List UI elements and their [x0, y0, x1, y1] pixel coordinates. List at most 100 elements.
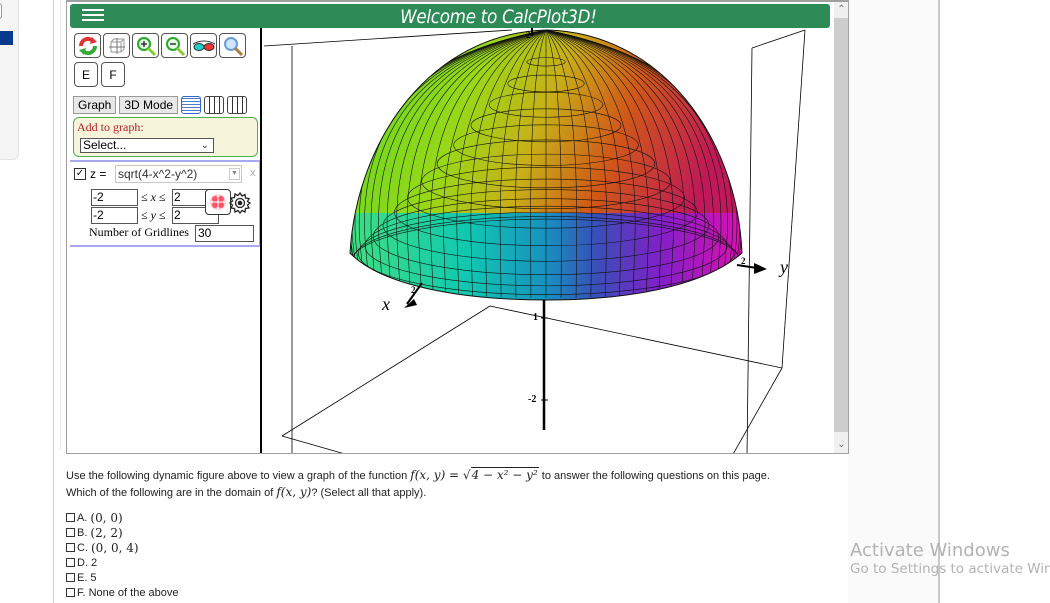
calcplot3d-app: Welcome to CalcPlot3D! E F Graph 3D Mode…: [66, 0, 849, 454]
function-lhs: f(x, y) = √: [410, 468, 471, 482]
trace-crosshair-icon[interactable]: [205, 189, 231, 215]
y-axis-label: y: [778, 257, 788, 277]
function-expression-input[interactable]: sqrt(4-x^2-y^2) ▼: [115, 165, 242, 183]
x-tick-label: 2: [411, 285, 416, 295]
y-range-label: ≤ y ≤: [141, 208, 166, 222]
question-prefix: Use the following dynamic figure above t…: [66, 470, 411, 482]
option-letter: F.: [77, 586, 86, 599]
magnifier-icon[interactable]: [219, 33, 246, 58]
function-name: f(x, y): [276, 485, 312, 499]
option-checkbox[interactable]: [66, 588, 75, 597]
scrollbar-thumb[interactable]: [834, 18, 848, 432]
3d-plot-canvas[interactable]: x y 2 2 2 1 -2: [262, 28, 834, 454]
plot-scrollbar[interactable]: ⌃ ⌄: [834, 2, 848, 453]
answer-option[interactable]: D. 2: [66, 555, 178, 570]
add-to-graph-label: Add to graph:: [77, 120, 144, 134]
option-letter: C.: [77, 541, 88, 554]
3d-mode-tab[interactable]: 3D Mode: [119, 96, 179, 114]
y-tick-label: 2: [741, 256, 746, 266]
function-expression: sqrt(4-x^2-y^2): [118, 167, 198, 181]
answer-option[interactable]: E. 5: [66, 570, 178, 585]
graph-tab[interactable]: Graph: [73, 96, 117, 114]
expression-dropdown-icon[interactable]: ▼: [229, 168, 240, 180]
calendar-grid-icon[interactable]: [181, 96, 202, 114]
option-letter: E.: [77, 571, 88, 584]
zoom-in-icon[interactable]: [132, 33, 159, 58]
option-letter: A.: [77, 511, 88, 524]
ef-buttons: E F: [74, 62, 125, 87]
3d-glasses-icon[interactable]: [190, 33, 217, 58]
function-panel: ✓ z = sqrt(4-x^2-y^2) ▼ x -2 ≤ x ≤ 2 -2 …: [70, 160, 261, 247]
select-value: Select...: [83, 138, 127, 152]
x-axis-label: x: [381, 294, 390, 314]
y-axis-arrow: [754, 263, 767, 274]
option-checkbox[interactable]: [66, 513, 75, 522]
plot-svg[interactable]: x y 2 2 2 1 -2: [262, 28, 834, 454]
x-min-input[interactable]: -2: [91, 189, 138, 206]
mode-row: Graph 3D Mode: [73, 96, 248, 114]
reset-view-icon[interactable]: [74, 33, 101, 58]
option-value: 5: [90, 571, 97, 584]
option-value: 2: [91, 556, 98, 569]
option-value: (0, 0, 4): [91, 540, 139, 555]
chevron-down-icon: ⌄: [200, 140, 209, 151]
z-tick-label-1: 1: [533, 312, 538, 323]
question-line-2: Which of the following are in the domain…: [66, 484, 770, 501]
grid-axes-icon[interactable]: [227, 96, 248, 114]
x-range-label: ≤ x ≤: [141, 190, 166, 204]
option-value: (2, 2): [90, 525, 123, 540]
z-tick-label-top: 2: [526, 30, 531, 40]
question-suffix-2: ? (Select all that apply).: [311, 487, 427, 499]
option-checkbox[interactable]: [66, 573, 75, 582]
gear-icon[interactable]: [228, 191, 252, 215]
app-title: Welcome to CalcPlot3D!: [400, 6, 597, 28]
box-edge: [746, 47, 753, 453]
option-value: None of the above: [88, 586, 179, 599]
scroll-up-icon[interactable]: ⌃: [834, 3, 848, 17]
option-letter: D.: [77, 556, 88, 569]
remove-function-button[interactable]: x: [250, 167, 256, 179]
function-visible-checkbox[interactable]: ✓: [74, 168, 86, 180]
right-gutter: [848, 0, 938, 603]
e-button[interactable]: E: [74, 62, 98, 87]
z-tick-label-2: -2: [528, 394, 536, 405]
box-edge: [281, 305, 491, 437]
toolbar: [74, 33, 246, 58]
hemisphere-surface: [350, 30, 742, 300]
scroll-down-icon[interactable]: ⌄: [834, 438, 848, 452]
add-to-graph-panel: Add to graph: Select... ⌄: [73, 117, 258, 157]
option-checkbox[interactable]: [66, 558, 75, 567]
answer-option[interactable]: F. None of the above: [66, 585, 178, 600]
y-min-input[interactable]: -2: [91, 207, 138, 224]
question-prefix-2: Which of the following are in the domain…: [66, 487, 277, 499]
question-suffix: to answer the following questions on thi…: [538, 470, 770, 482]
box-toggle-icon[interactable]: [103, 33, 130, 58]
question-text: Use the following dynamic figure above t…: [66, 467, 770, 501]
activate-windows-watermark: Activate Windows Go to Settings to activ…: [850, 540, 1050, 577]
answer-option[interactable]: B. (2, 2): [66, 525, 178, 540]
page-border: [60, 0, 61, 450]
function-radicand: 4 − x² − y²: [470, 467, 539, 482]
gridlines-label: Number of Gridlines: [89, 225, 189, 239]
answer-option[interactable]: A. (0, 0): [66, 510, 178, 525]
page-border: [53, 0, 54, 603]
box-edge: [281, 435, 343, 453]
f-button[interactable]: F: [101, 62, 125, 87]
gridlines-input[interactable]: 30: [195, 225, 254, 242]
zoom-out-icon[interactable]: [161, 33, 188, 58]
watermark-subtitle: Go to Settings to activate Windows.: [850, 561, 1050, 577]
answer-option[interactable]: C. (0, 0, 4): [66, 540, 178, 555]
title-bar: Welcome to CalcPlot3D!: [70, 4, 830, 28]
side-control[interactable]: [0, 3, 2, 19]
side-tab[interactable]: [0, 31, 13, 45]
question-line-1: Use the following dynamic figure above t…: [66, 467, 770, 484]
z-equals-label: z =: [90, 167, 107, 181]
box-edge: [263, 29, 513, 47]
option-checkbox[interactable]: [66, 543, 75, 552]
add-to-graph-select[interactable]: Select... ⌄: [80, 138, 214, 153]
option-checkbox[interactable]: [66, 528, 75, 537]
grid-icon[interactable]: [204, 96, 225, 114]
box-edge: [751, 29, 806, 49]
watermark-title: Activate Windows: [850, 540, 1010, 561]
hamburger-menu-icon[interactable]: [82, 6, 104, 26]
